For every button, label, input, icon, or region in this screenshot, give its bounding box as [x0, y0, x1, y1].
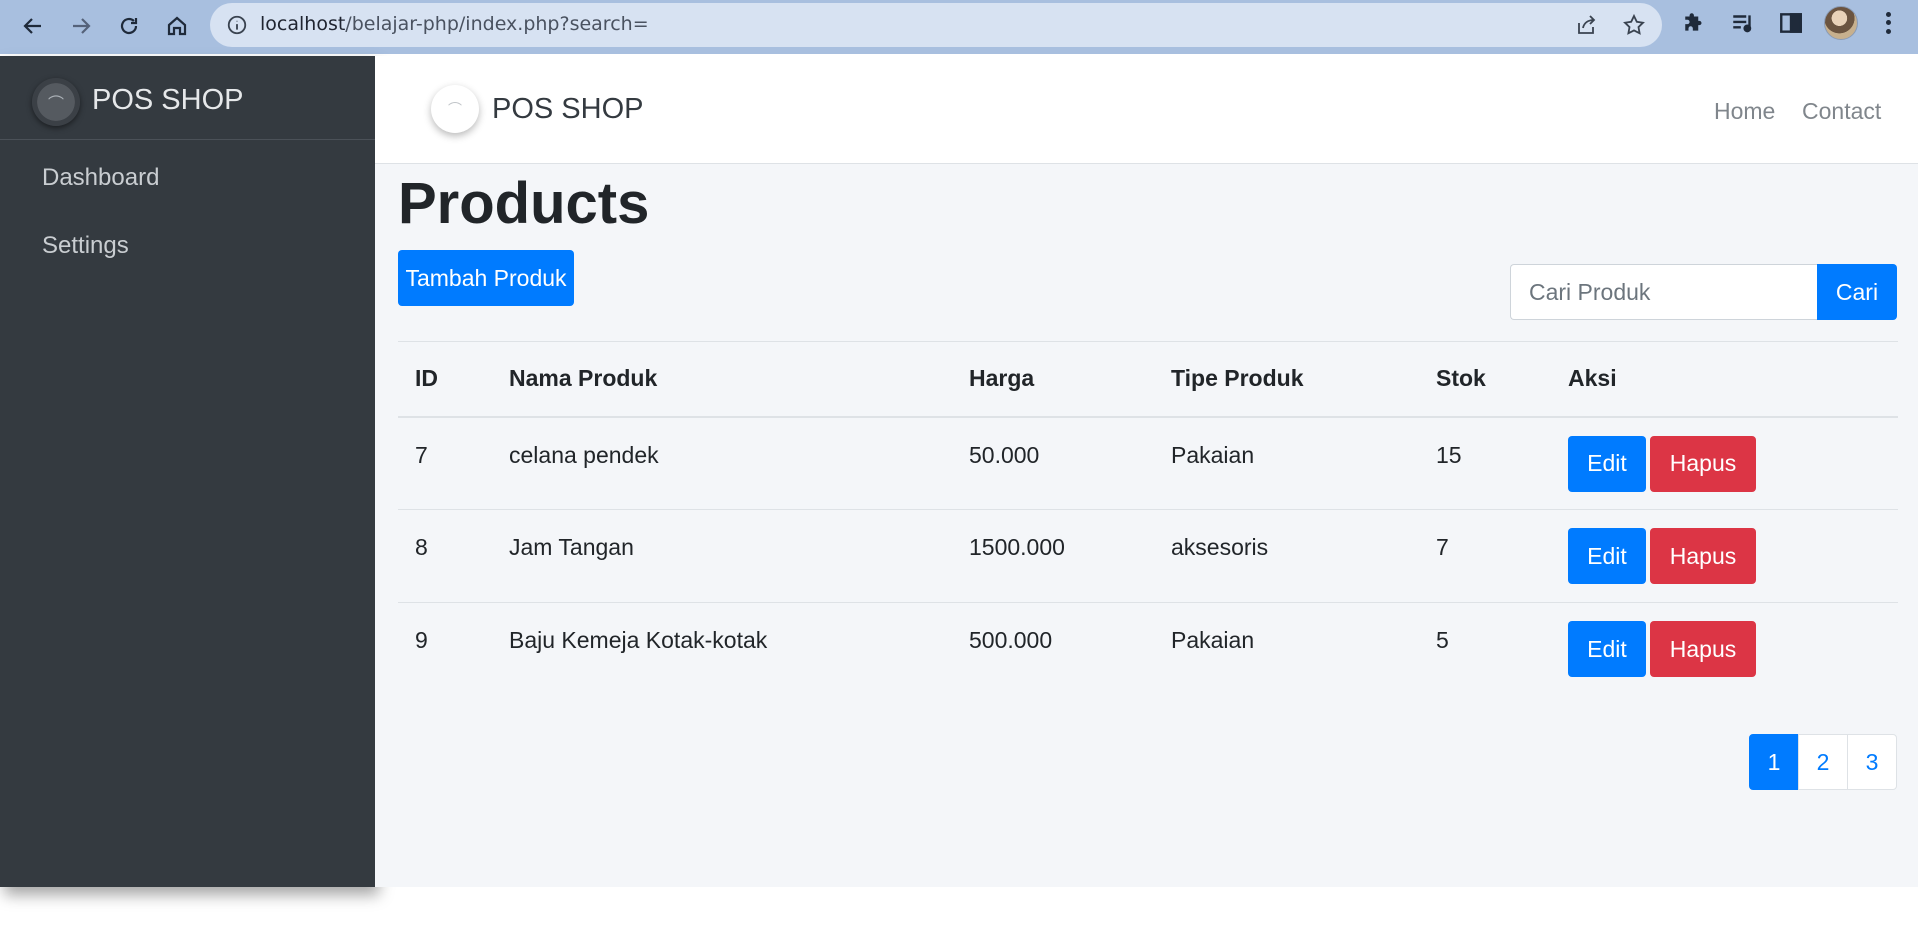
hanger-logo-icon: ⌒ [32, 78, 80, 126]
pagination: 1 2 3 [1749, 734, 1897, 790]
cell-actions: Edit Hapus [1551, 602, 1898, 696]
page-link-3[interactable]: 3 [1847, 734, 1897, 790]
delete-button[interactable]: Hapus [1650, 435, 1756, 492]
share-icon[interactable] [1574, 13, 1598, 37]
column-header-price: Harga [952, 341, 1154, 418]
extensions-puzzle-icon[interactable] [1682, 10, 1708, 36]
url-text: localhost/belajar-php/index.php?search= [260, 13, 649, 35]
navbar-logo-icon[interactable]: ⌒ [431, 85, 479, 133]
cell-name: Baju Kemeja Kotak-kotak [492, 602, 952, 696]
search-button[interactable]: Cari [1817, 264, 1897, 320]
info-icon[interactable] [226, 14, 248, 36]
sidebar-item-settings[interactable]: Settings [0, 212, 375, 280]
edit-button[interactable]: Edit [1568, 435, 1646, 492]
column-header-stock: Stok [1419, 341, 1551, 418]
top-navbar: ⌒ POS SHOP Home Contact [375, 56, 1918, 164]
browser-toolbar: localhost/belajar-php/index.php?search= [0, 0, 1918, 54]
edit-button[interactable]: Edit [1568, 621, 1646, 677]
cell-id: 7 [415, 441, 428, 468]
cell-name: Jam Tangan [492, 509, 952, 603]
page-link-2[interactable]: 2 [1798, 734, 1848, 790]
home-icon[interactable] [160, 9, 194, 43]
cell-price: 1500.000 [952, 509, 1154, 603]
products-table: ID Nama Produk Harga Tipe Produk Stok Ak… [398, 341, 1898, 696]
cell-actions: Edit Hapus [1551, 417, 1898, 510]
reload-icon[interactable] [112, 9, 146, 43]
table-row: 8 Jam Tangan 1500.000 aksesoris 7 Edit Ha… [398, 509, 1898, 603]
edit-button[interactable]: Edit [1568, 528, 1646, 584]
table-header-row: ID Nama Produk Harga Tipe Produk Stok Ak… [398, 341, 1898, 418]
navbar-brand-text[interactable]: POS SHOP [492, 93, 644, 126]
sidebar-brand[interactable]: ⌒ POS SHOP [0, 56, 375, 140]
cell-stock: 7 [1419, 509, 1551, 603]
page-link-1[interactable]: 1 [1749, 734, 1799, 790]
browser-menu-icon[interactable] [1878, 10, 1898, 36]
back-arrow-icon[interactable] [16, 9, 50, 43]
column-header-id: ID [398, 341, 492, 418]
main-content: ⌒ POS SHOP Home Contact Products Tambah … [375, 56, 1918, 887]
cell-stock: 5 [1419, 602, 1551, 696]
bookmark-star-icon[interactable] [1622, 13, 1646, 37]
cell-actions: Edit Hapus [1551, 509, 1898, 603]
profile-avatar[interactable] [1824, 6, 1858, 40]
sidebar: ⌒ POS SHOP Dashboard Settings [0, 56, 375, 887]
cell-price: 500.000 [952, 602, 1154, 696]
page-title: Products [398, 171, 650, 236]
forward-arrow-icon[interactable] [64, 9, 98, 43]
table-row: 7 celana pendek 50.000 Pakaian 15 Edit Ha… [398, 417, 1898, 510]
sidebar-nav: Dashboard Settings [0, 140, 375, 280]
cell-price: 50.000 [969, 441, 1040, 468]
cell-stock: 15 [1436, 441, 1462, 468]
cell-type: Pakaian [1154, 602, 1419, 696]
column-header-actions: Aksi [1551, 341, 1898, 418]
cell-id: 9 [398, 602, 492, 696]
column-header-name: Nama Produk [492, 341, 952, 418]
delete-button[interactable]: Hapus [1650, 528, 1756, 584]
column-header-type: Tipe Produk [1154, 341, 1419, 418]
cell-type: aksesoris [1154, 509, 1419, 603]
table-row: 9 Baju Kemeja Kotak-kotak 500.000 Pakaia… [398, 602, 1898, 696]
cell-id: 8 [398, 509, 492, 603]
nav-link-contact[interactable]: Contact [1802, 98, 1881, 125]
cell-name: celana pendek [509, 441, 659, 468]
sidebar-brand-text: POS SHOP [92, 84, 244, 116]
search-input[interactable] [1510, 264, 1817, 320]
delete-button[interactable]: Hapus [1650, 621, 1756, 677]
address-bar[interactable]: localhost/belajar-php/index.php?search= [210, 3, 1662, 47]
sidebar-item-dashboard[interactable]: Dashboard [0, 144, 375, 212]
side-panel-icon[interactable] [1778, 10, 1804, 36]
media-queue-icon[interactable] [1730, 10, 1756, 36]
cell-type: Pakaian [1171, 441, 1255, 468]
add-product-button[interactable]: Tambah Produk [398, 250, 574, 306]
nav-link-home[interactable]: Home [1714, 98, 1775, 125]
